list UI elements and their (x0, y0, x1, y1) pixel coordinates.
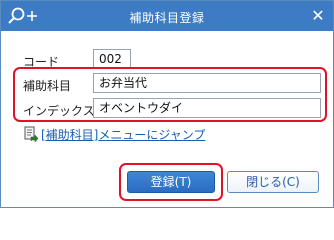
code-field[interactable]: 002 (93, 49, 131, 69)
title-bar[interactable]: 補助科目登録 ✕ (1, 1, 333, 31)
index-label: インデックス (23, 104, 95, 118)
code-label: コード (23, 55, 60, 69)
dialog-title: 補助科目登録 (129, 11, 205, 25)
close-button[interactable]: 閉じる(C) (227, 171, 319, 193)
index-field[interactable]: オベントウダイ (93, 98, 321, 118)
close-icon[interactable]: ✕ (307, 5, 329, 27)
sub-account-label: 補助科目 (23, 79, 72, 93)
jump-icon (24, 126, 39, 142)
register-button[interactable]: 登録(T) (127, 171, 215, 193)
menu-jump-link-text[interactable]: [補助科目]メニューにジャンプ (41, 126, 205, 143)
sub-account-field[interactable]: お弁当代 (93, 73, 321, 93)
dialog-window: 補助科目登録 ✕ コード 002 補助科目 お弁当代 インデックス オベントウダ… (0, 0, 334, 208)
